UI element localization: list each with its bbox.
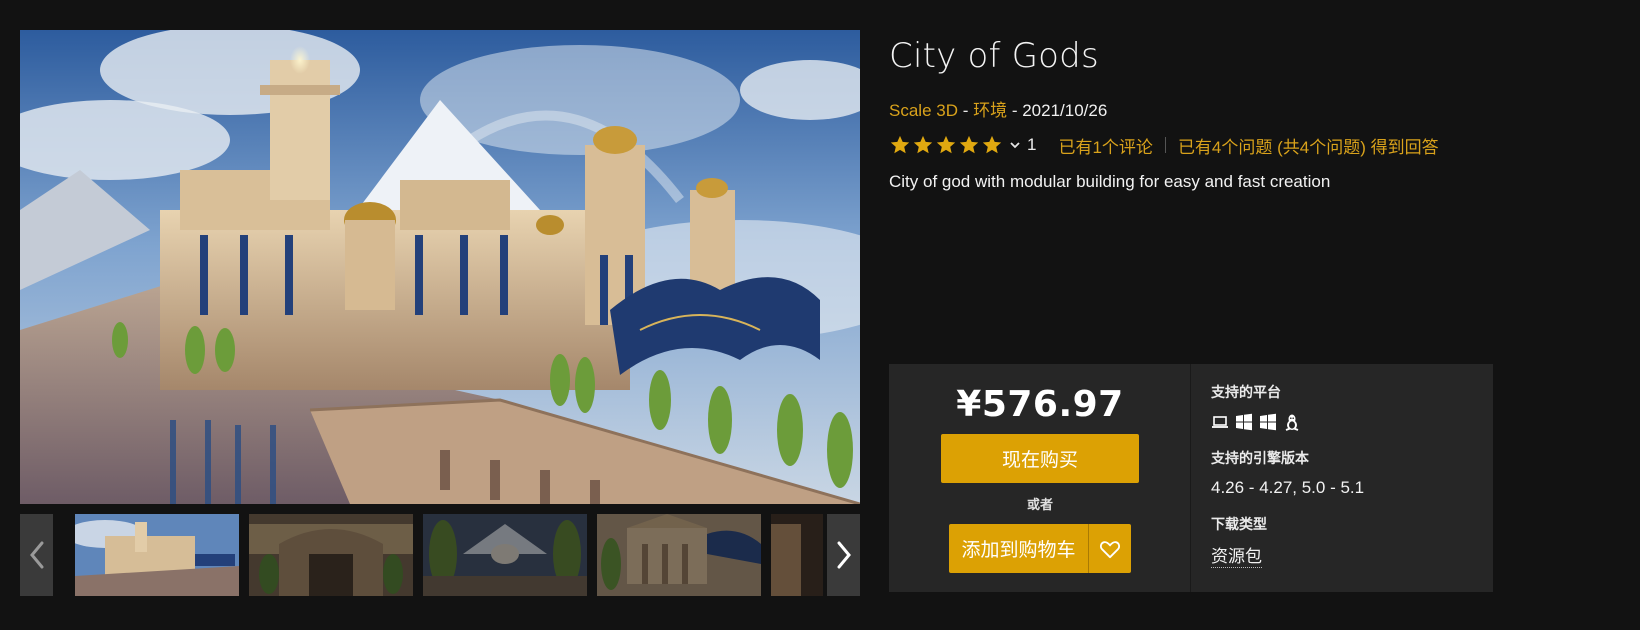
thumbnail-image [771, 514, 823, 596]
thumbnail-1[interactable] [75, 514, 239, 596]
chevron-right-icon [837, 541, 851, 569]
thumbnail-image [423, 514, 587, 596]
windows-icon [1236, 413, 1252, 431]
price: ¥576.97 [956, 384, 1124, 425]
star-rating[interactable] [889, 134, 1003, 156]
star-icon [890, 135, 910, 154]
rating-count: 1 [1027, 135, 1037, 154]
product-page: City of Gods Scale 3D - 环境 - 2021/10/26 … [0, 0, 1640, 630]
thumbnail-image [249, 514, 413, 596]
windows-icon [1260, 413, 1276, 431]
thumbnail-3[interactable] [423, 514, 587, 596]
download-type-label: 下载类型 [1211, 516, 1267, 532]
reviews-link[interactable]: 已有1个评论 [1058, 133, 1152, 158]
platform-icons [1211, 412, 1481, 432]
thumbnail-5[interactable] [771, 514, 823, 596]
star-icon [959, 135, 979, 154]
purchase-panel: ¥576.97 现在购买 或者 添加到购物车 支持的平台 支持的引擎版本 4.2… [889, 364, 1493, 592]
engine-version-value: 4.26 - 4.27, 5.0 - 5.1 [1211, 478, 1365, 497]
heart-icon [1099, 540, 1121, 558]
wishlist-button[interactable] [1089, 524, 1131, 573]
product-title: City of Gods [889, 36, 1099, 76]
city-of-gods-artwork [20, 30, 860, 504]
platforms-label: 支持的平台 [1211, 384, 1281, 400]
thumbnail-image [75, 514, 239, 596]
laptop-icon [1212, 416, 1228, 428]
details-column: 支持的平台 支持的引擎版本 4.26 - 4.27, 5.0 - 5.1 下载类… [1211, 382, 1481, 568]
linux-icon [1285, 414, 1299, 431]
chevron-down-icon[interactable] [1009, 139, 1021, 151]
buy-now-button[interactable]: 现在购买 [941, 434, 1139, 483]
thumbnail-2[interactable] [249, 514, 413, 596]
questions-link[interactable]: 已有4个问题 (共4个问题) 得到回答 [1178, 133, 1439, 158]
engine-version-label: 支持的引擎版本 [1211, 450, 1309, 466]
meta-separator: - [957, 101, 974, 120]
chevron-left-icon [29, 541, 43, 569]
thumbnail-4[interactable] [597, 514, 761, 596]
link-divider [1164, 137, 1166, 153]
seller-link[interactable]: Scale 3D [889, 101, 958, 120]
previous-image-button[interactable] [20, 514, 53, 596]
release-date: 2021/10/26 [1022, 101, 1108, 120]
thumbnail-image [597, 514, 761, 596]
star-icon [982, 135, 1002, 154]
download-type-value[interactable]: 资源包 [1211, 542, 1262, 568]
star-icon [913, 135, 933, 154]
or-label: 或者 [1026, 497, 1053, 512]
product-description: City of god with modular building for ea… [889, 172, 1331, 191]
cart-button-group: 添加到购物车 [949, 524, 1131, 573]
add-to-cart-button[interactable]: 添加到购物车 [949, 524, 1089, 573]
rating-row: 1 已有1个评论 已有4个问题 (共4个问题) 得到回答 [889, 132, 1439, 158]
panel-divider [1190, 364, 1191, 592]
star-icon [936, 135, 956, 154]
thumbnail-list [75, 514, 823, 596]
category-link[interactable]: 环境 [973, 101, 1007, 120]
product-meta: Scale 3D - 环境 - 2021/10/26 [889, 96, 1107, 121]
hero-image[interactable] [20, 30, 860, 504]
next-image-button[interactable] [827, 514, 860, 596]
buy-column: ¥576.97 现在购买 或者 添加到购物车 [889, 364, 1191, 592]
meta-separator: - [1007, 101, 1023, 120]
thumbnail-strip [20, 514, 860, 596]
